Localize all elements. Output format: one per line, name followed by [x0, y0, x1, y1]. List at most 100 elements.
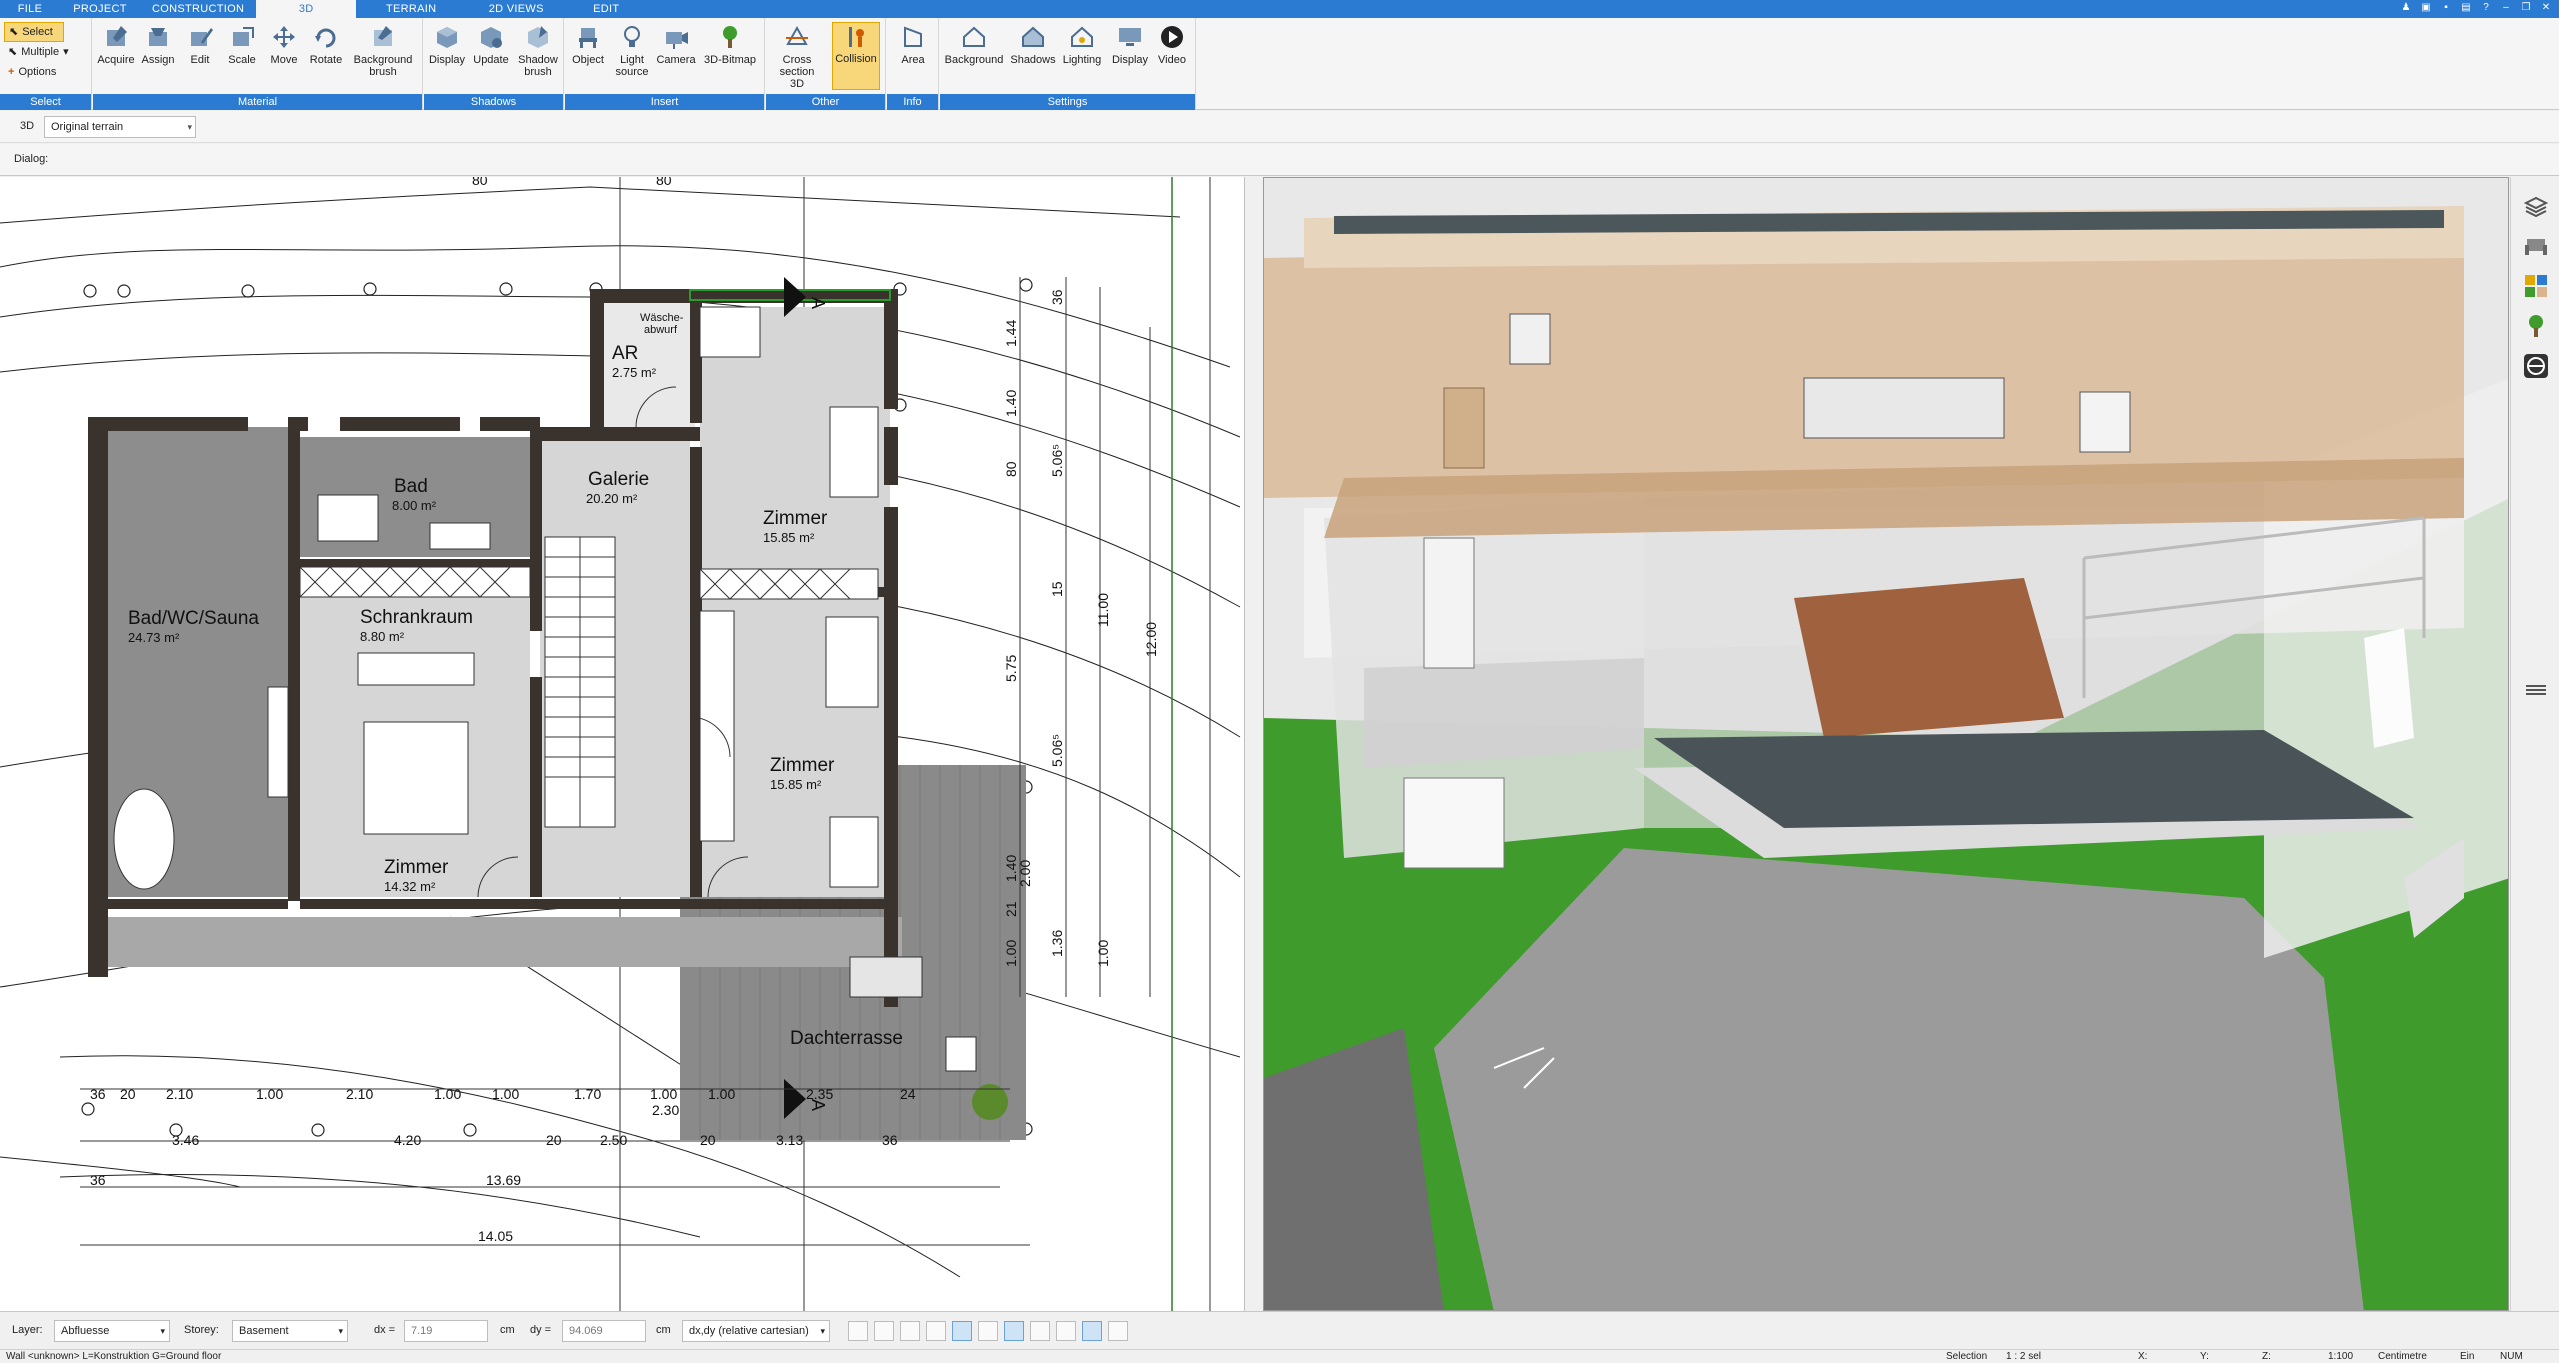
- selection-label: Selection: [1946, 1351, 1988, 1362]
- assign-button[interactable]: Assign: [138, 24, 178, 66]
- area-button[interactable]: Area: [893, 24, 933, 66]
- settings-display-button[interactable]: Display: [1108, 24, 1152, 66]
- minimize-icon[interactable]: –: [2499, 1, 2513, 15]
- layer-value: Abfluesse: [61, 1325, 110, 1337]
- dim-bottom: 2.10: [166, 1086, 193, 1102]
- acquire-button[interactable]: Acquire: [96, 24, 136, 66]
- settings-shadows-button[interactable]: Shadows: [1010, 24, 1056, 66]
- z-coord: Z:: [2262, 1351, 2271, 1362]
- object-button[interactable]: Object: [568, 24, 608, 66]
- dim-right: 21: [1003, 901, 1019, 917]
- shadow-brush-button[interactable]: Shadow brush: [515, 24, 561, 78]
- dim-bottom: 2.10: [346, 1086, 373, 1102]
- dim-bottom: 20: [700, 1132, 716, 1148]
- room-area: 20.20 m²: [586, 491, 638, 506]
- chevron-down-icon: ▾: [820, 1326, 825, 1336]
- navigation-icon[interactable]: [2523, 353, 2549, 379]
- snap-object-icon[interactable]: [900, 1321, 920, 1341]
- tab-edit[interactable]: EDIT: [566, 0, 646, 18]
- dim-bottom: 36: [90, 1172, 106, 1188]
- status-message: Wall <unknown> L=Konstruktion G=Ground f…: [6, 1351, 222, 1362]
- save-icon[interactable]: ▪: [2439, 1, 2453, 15]
- 3d-bitmap-button[interactable]: 3D-Bitmap: [700, 24, 760, 66]
- room-area: 14.32 m²: [384, 879, 436, 894]
- floor-plan-view[interactable]: A A AR 2.75 m² Wäsche- abwurf Bad 8.00 m…: [0, 177, 1245, 1311]
- move-button[interactable]: Move: [264, 24, 304, 66]
- more-icon[interactable]: [1108, 1321, 1128, 1341]
- tab-construction[interactable]: CONSTRUCTION: [140, 0, 256, 18]
- light-source-button[interactable]: Light source: [610, 24, 654, 78]
- dim-bottom: 2.30: [652, 1102, 679, 1118]
- snap-line-icon[interactable]: [952, 1321, 972, 1341]
- select-button[interactable]: ⬉ Select: [4, 22, 64, 42]
- dims-right: [1019, 277, 1151, 997]
- background-button[interactable]: Background: [944, 24, 1004, 66]
- help-icon[interactable]: ?: [2479, 1, 2493, 15]
- dx-input[interactable]: 7.19: [404, 1320, 488, 1342]
- storey-select[interactable]: Basement ▾: [232, 1320, 348, 1342]
- scale-button[interactable]: Scale: [222, 24, 262, 66]
- options-button[interactable]: + Options: [4, 62, 90, 82]
- snap-icon[interactable]: [874, 1321, 894, 1341]
- layers-icon[interactable]: [2523, 193, 2549, 219]
- rotate-button[interactable]: Rotate: [306, 24, 346, 66]
- folder-icon[interactable]: ▣: [2419, 1, 2433, 15]
- y-coord: Y:: [2200, 1351, 2209, 1362]
- pane-splitter[interactable]: [1245, 177, 1263, 1311]
- edit-material-button[interactable]: Edit: [180, 24, 220, 66]
- collision-button[interactable]: Collision: [832, 22, 880, 90]
- tab-terrain[interactable]: TERRAIN: [356, 0, 466, 18]
- room-name: Schrankraum: [360, 607, 473, 628]
- snap-grid-icon[interactable]: [1004, 1321, 1024, 1341]
- shadow-display-button[interactable]: Display: [427, 24, 467, 66]
- area-label: Area: [901, 54, 925, 66]
- layer-select[interactable]: Abfluesse ▾: [54, 1320, 170, 1342]
- snap-point-icon[interactable]: [926, 1321, 946, 1341]
- acquire-label: Acquire: [97, 54, 135, 66]
- close-icon[interactable]: ✕: [2539, 1, 2553, 15]
- options-label: Options: [18, 66, 57, 78]
- sauna-bench: [267, 686, 289, 798]
- settings-group-label: Settings: [940, 94, 1195, 110]
- multiple-button[interactable]: ⬉ Multiple ▾: [4, 42, 90, 62]
- print-icon[interactable]: ▤: [2459, 1, 2473, 15]
- camera-button[interactable]: Camera: [656, 24, 696, 66]
- clock-icon[interactable]: [848, 1321, 868, 1341]
- dx-label: dx =: [374, 1324, 396, 1336]
- video-button[interactable]: Video: [1152, 24, 1192, 66]
- cross-section-3d-button[interactable]: Cross section 3D: [774, 24, 820, 90]
- settings-shadows-label: Shadows: [1010, 54, 1056, 66]
- tab-2d-views[interactable]: 2D VIEWS: [466, 0, 566, 18]
- tab-project[interactable]: PROJECT: [60, 0, 140, 18]
- restore-icon[interactable]: ❐: [2519, 1, 2533, 15]
- palette-icon[interactable]: [2523, 273, 2549, 299]
- monitor-icon: [1119, 28, 1141, 46]
- room-name: Bad: [394, 476, 428, 497]
- shadow-update-button[interactable]: Update: [471, 24, 511, 66]
- tree-icon[interactable]: [2523, 313, 2549, 339]
- armchair-icon[interactable]: [2523, 233, 2549, 259]
- tab-file[interactable]: FILE: [0, 0, 60, 18]
- terrain-select[interactable]: Original terrain ▾: [44, 116, 196, 138]
- brush-icon: [374, 26, 392, 46]
- room-area: 15.85 m²: [763, 530, 815, 545]
- background-brush-button[interactable]: Background brush: [348, 24, 418, 78]
- dim-bottom: 13.69: [486, 1172, 521, 1188]
- layers-toggle-icon[interactable]: [1030, 1321, 1050, 1341]
- 3d-view[interactable]: [1263, 177, 2509, 1311]
- cube-refresh-icon: [481, 27, 502, 48]
- users-icon[interactable]: ♟: [2399, 1, 2413, 15]
- panel-toggle-icon[interactable]: [2523, 677, 2549, 703]
- floor-plan-drawing[interactable]: A A AR 2.75 m² Wäsche- abwurf Bad 8.00 m…: [0, 177, 1245, 1311]
- snap-midpoint-icon[interactable]: [978, 1321, 998, 1341]
- dim-right: 1.00: [1003, 940, 1019, 967]
- lighting-button[interactable]: Lighting: [1060, 24, 1104, 66]
- coordinate-mode-select[interactable]: dx,dy (relative cartesian) ▾: [682, 1320, 830, 1342]
- tab-3d[interactable]: 3D: [256, 0, 357, 18]
- grid-icon[interactable]: [1056, 1321, 1076, 1341]
- 3d-scene[interactable]: [1264, 178, 2509, 1311]
- collision-icon: [849, 27, 864, 47]
- desk-mid: [829, 816, 879, 888]
- dy-input[interactable]: 94.069: [562, 1320, 646, 1342]
- n-icon[interactable]: [1082, 1321, 1102, 1341]
